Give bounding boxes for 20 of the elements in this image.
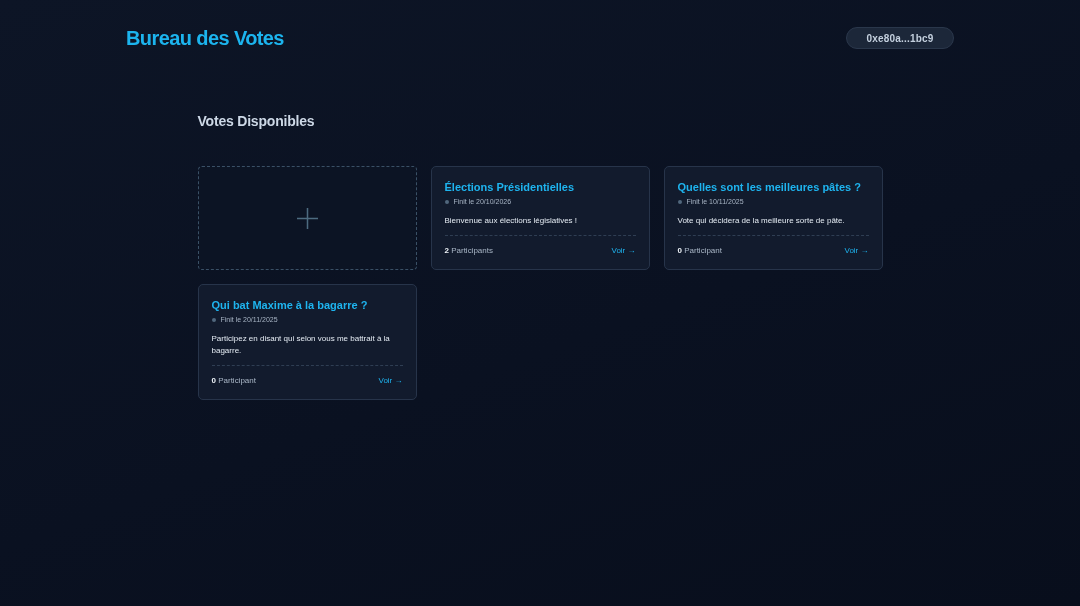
- vote-title[interactable]: Qui bat Maxime à la bagarre ?: [211, 298, 368, 313]
- status-dot-icon: [677, 200, 682, 204]
- view-link[interactable]: Voir →: [378, 375, 403, 387]
- section-heading: Votes Disponibles: [197, 112, 315, 130]
- create-vote-card[interactable]: [197, 166, 417, 270]
- vote-description: Participez en disant qui selon vous me battrait à la bagarre.: [211, 333, 391, 357]
- view-link[interactable]: Voir →: [611, 245, 636, 257]
- participant-count: 0 Participant: [211, 375, 256, 387]
- app-title: Bureau des Votes: [126, 26, 284, 50]
- wallet-address-button[interactable]: 0xe80a...1bc9: [846, 27, 954, 49]
- status-dot-icon: [444, 200, 449, 204]
- vote-description: Vote qui décidera de la meilleure sorte de pâte.: [677, 215, 846, 227]
- view-link[interactable]: Voir →: [844, 245, 869, 257]
- vote-title[interactable]: Élections Présidentielles: [444, 180, 575, 195]
- plus-icon: [296, 207, 318, 229]
- participant-count: 2 Participants: [444, 245, 493, 257]
- vote-description: Bienvenue aux élections législatives !: [444, 215, 579, 227]
- status-dot-icon: [211, 318, 216, 322]
- vote-title[interactable]: Quelles sont les meilleures pâtes ?: [677, 180, 861, 195]
- participant-count: 0 Participant: [677, 245, 722, 257]
